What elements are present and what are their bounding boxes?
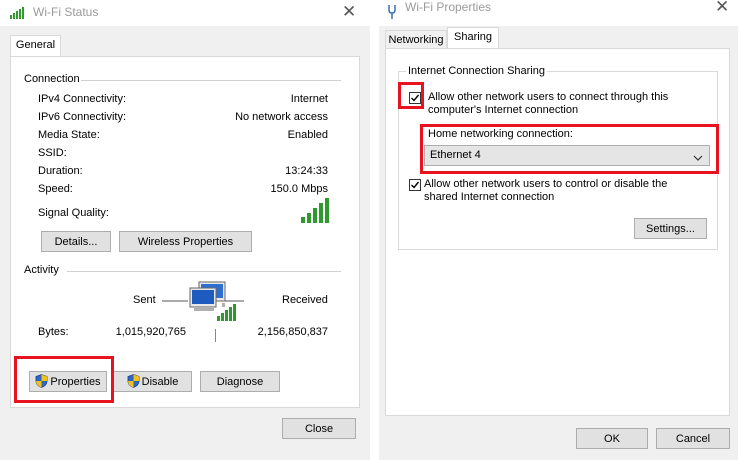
- properties-titlebar: Wi-Fi Properties ✕: [379, 0, 738, 26]
- properties-close-icon[interactable]: ✕: [715, 0, 729, 17]
- properties-highlight: [14, 356, 114, 403]
- settings-button[interactable]: Settings...: [634, 218, 707, 239]
- media-state-label: Media State:: [38, 129, 100, 141]
- home-networking-highlight: [420, 124, 719, 174]
- allow-control-label-line2: shared Internet connection: [424, 191, 555, 203]
- allow-control-label-line1: Allow other network users to control or …: [424, 178, 668, 190]
- allow-connect-label-line1: Allow other network users to connect thr…: [428, 91, 669, 103]
- wifi-signal-icon: [10, 6, 26, 22]
- tab-networking-label: Networking: [388, 34, 444, 46]
- signal-quality-label: Signal Quality:: [38, 207, 109, 219]
- ipv6-label: IPv6 Connectivity:: [38, 111, 127, 123]
- ipv4-label: IPv4 Connectivity:: [38, 93, 127, 105]
- speed-value: 150.0 Mbps: [270, 183, 328, 195]
- ok-button[interactable]: OK: [576, 428, 648, 449]
- sent-label: Sent: [133, 294, 156, 306]
- uac-shield-icon: [127, 373, 140, 388]
- status-titlebar: Wi-Fi Status ✕: [0, 0, 370, 26]
- wifi-properties-window: Wi-Fi Properties ✕ Networking Sharing In…: [379, 0, 738, 460]
- ipv6-value: No network access: [235, 111, 328, 123]
- tab-general-label: General: [15, 39, 56, 51]
- bytes-sent-value: 1,015,920,765: [115, 326, 186, 338]
- connection-section-title: Connection: [24, 73, 80, 85]
- activity-section-title: Activity: [24, 264, 59, 276]
- ssid-label: SSID:: [38, 147, 67, 159]
- close-button[interactable]: Close: [282, 418, 356, 439]
- duration-value: 13:24:33: [285, 165, 328, 177]
- ipv4-value: Internet: [290, 93, 328, 105]
- media-state-value: Enabled: [287, 129, 328, 141]
- signal-quality-icon: [300, 198, 330, 226]
- allow-control-checkbox[interactable]: [409, 179, 421, 191]
- network-computers-icon: [160, 278, 250, 331]
- allow-connect-highlight: [398, 82, 424, 109]
- properties-window-title: Wi-Fi Properties: [405, 0, 492, 14]
- duration-label: Duration:: [38, 165, 83, 177]
- tab-sharing[interactable]: Sharing: [447, 27, 499, 49]
- wireless-properties-button[interactable]: Wireless Properties: [119, 231, 252, 252]
- status-window-title: Wi-Fi Status: [33, 5, 99, 19]
- speed-label: Speed:: [38, 183, 73, 195]
- diagnose-button[interactable]: Diagnose: [200, 371, 280, 392]
- tab-general[interactable]: General: [10, 35, 61, 57]
- wifi-status-window: Wi-Fi Status ✕ General Connection IPv4 C…: [0, 0, 370, 460]
- received-label: Received: [282, 294, 328, 306]
- sharing-panel: Internet Connection Sharing Allow other …: [385, 48, 730, 416]
- tab-sharing-label: Sharing: [454, 31, 492, 43]
- network-adapter-icon: [387, 4, 397, 22]
- disable-button-label: Disable: [141, 375, 179, 388]
- cancel-button[interactable]: Cancel: [656, 428, 730, 449]
- tab-networking[interactable]: Networking: [385, 30, 447, 50]
- allow-connect-label-line2: computer's Internet connection: [428, 104, 579, 116]
- bytes-received-value: 2,156,850,837: [257, 326, 328, 338]
- ics-group-title: Internet Connection Sharing: [406, 65, 547, 77]
- status-close-icon[interactable]: ✕: [342, 2, 356, 22]
- disable-button[interactable]: Disable: [113, 371, 192, 392]
- bytes-label: Bytes:: [38, 326, 69, 338]
- details-button[interactable]: Details...: [41, 231, 111, 252]
